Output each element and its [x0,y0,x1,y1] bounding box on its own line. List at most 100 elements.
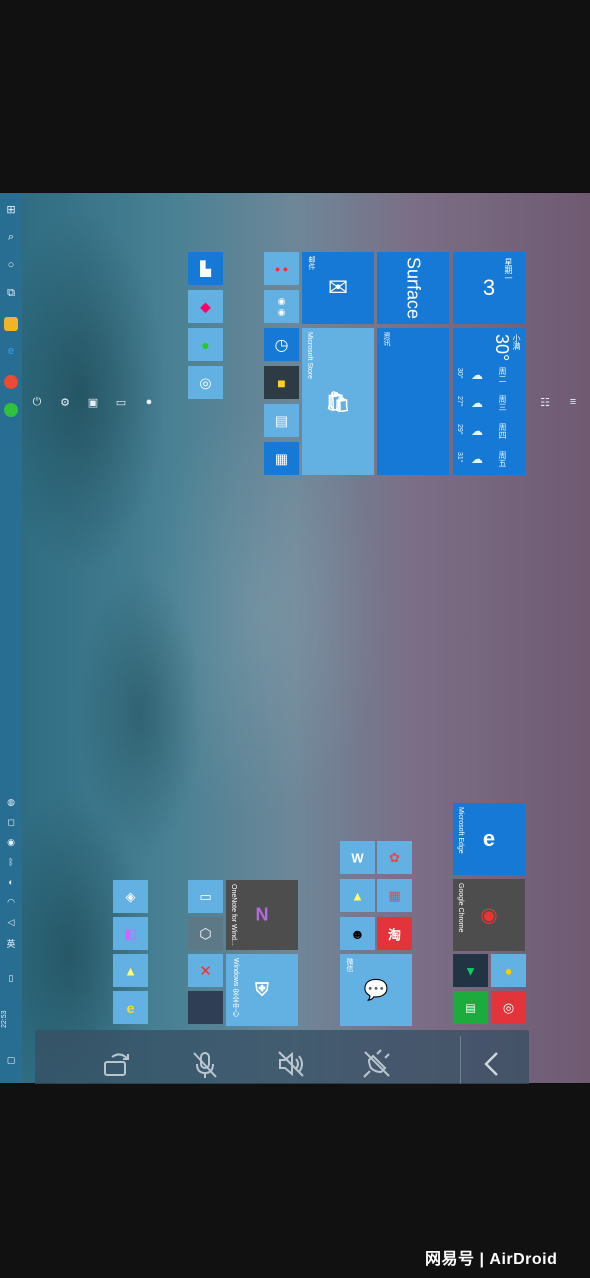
expand-icon[interactable]: ≡ [566,396,580,410]
onenote-icon: N [255,904,269,925]
tile-netease-music[interactable]: ◎ [491,991,526,1024]
chevron-left-icon [484,1052,498,1076]
notification-center-icon[interactable]: ▢ [3,1055,19,1066]
tile-app-group[interactable]: ● ● [264,252,299,285]
edge-taskbar-icon[interactable]: e [3,345,19,357]
calendar-date: 3 [482,275,496,300]
tile-calendar[interactable]: 星期一 3 [453,252,525,324]
forecast-day-2: 周三 [498,395,507,411]
tile-app-colorful[interactable]: ✿ [377,841,412,874]
tile-google-chrome[interactable]: Google Chrome ◉ [453,879,525,951]
tile-calendar-app[interactable]: ▦ [377,879,412,912]
user-avatar-icon[interactable]: ● [142,396,156,410]
settings-icon[interactable]: ⚙ [58,396,72,410]
tile-cortana[interactable]: ◎ [188,366,223,399]
edge-icon: e [482,826,496,851]
tile-iqiyi[interactable]: ▤ [453,991,488,1024]
chrome-taskbar-icon[interactable] [4,375,18,389]
cloud-icon-4: ☁ [470,452,484,466]
mute-speaker-button[interactable] [271,1044,311,1084]
tile-photos-app[interactable]: ▙ [188,252,223,285]
tile-paint[interactable]: ◧ [113,917,148,950]
volume-icon[interactable]: ◁ [3,917,19,928]
tile-documents[interactable]: ▤ [264,404,299,437]
tile-app-group-2[interactable]: ◉ ◉ [264,290,299,323]
bluetooth-icon[interactable]: ᛒ [3,857,19,867]
cloud-icon-1: ☁ [470,368,484,382]
tile-surface[interactable]: Surface [377,252,449,324]
wifi-icon[interactable]: ◠ [3,897,19,908]
tray-icon-2[interactable]: ◻ [3,817,19,828]
tile-microsoft-edge[interactable]: Microsoft Edge e [453,803,525,875]
rotate-screen-button[interactable] [97,1044,137,1084]
task-view-icon[interactable]: ⧉ [3,287,19,300]
search-icon[interactable]: ⌕ [3,231,19,244]
tile-mail[interactable]: 邮件 ✉ [302,252,374,324]
cloud-icon-2: ☁ [470,396,484,410]
tile-app-yellow[interactable]: ● [491,954,526,987]
ime-icon[interactable]: 英 [3,937,19,950]
tile-news[interactable]: 资讯 [377,328,449,475]
tray-icon-3[interactable]: ◉ [3,837,19,848]
tile-blank-dark[interactable] [188,991,223,1024]
battery-icon[interactable]: ▯ [3,973,19,984]
forecast-hi-4: 31° [456,452,463,463]
tile-edge-label: Microsoft Edge [457,807,464,854]
tile-onenote[interactable]: OneNote for Wind... N [226,880,298,950]
tile-taobao[interactable]: 淘 [377,917,412,950]
tile-microsoft-store[interactable]: Microsoft Store 🛍 [302,328,374,475]
speaker-off-icon [278,1051,304,1077]
tray-icon-1[interactable]: ◍ [3,797,19,808]
wechat-icon: 💬 [363,979,389,1002]
tile-wechat-label: 微信 [346,958,353,972]
tile-weather[interactable]: 小满 30° [453,328,525,475]
back-button[interactable] [473,1044,513,1084]
power-icon[interactable]: ⏻ [30,396,44,410]
forecast-day-3: 周四 [498,423,507,439]
tile-app-v[interactable]: ▼ [453,954,488,987]
tile-internet-explorer[interactable]: e [113,991,148,1024]
tile-calculator[interactable]: ▦ [264,442,299,475]
tile-xbox[interactable]: ● [188,328,223,361]
cortana-icon[interactable]: ○ [3,259,19,271]
tile-word[interactable]: W [340,841,375,874]
tile-qq[interactable]: ☻ [340,917,375,950]
forecast-day-1: 周二 [498,367,507,383]
documents-icon[interactable]: ▭ [114,396,128,410]
tile-sticky-notes[interactable]: ■ [264,366,299,399]
store-bag-icon: 🛍 [325,391,351,413]
rotate-icon [104,1053,129,1076]
tile-xmind[interactable]: ✕ [188,954,223,987]
tile-windows-security[interactable]: Windows 安全中心 ⛨ [226,954,298,1026]
tile-settings-hex[interactable]: ⬡ [188,917,223,950]
wechat-taskbar-icon[interactable] [4,403,18,417]
top-letterbox [0,0,590,192]
forecast-hi-1: 30° [456,368,463,379]
mute-mic-button[interactable] [185,1044,225,1084]
watermark-brand: 网易号 [425,1251,475,1268]
taskbar-date[interactable]: 2020/6/3 [0,998,14,1048]
file-explorer-icon[interactable] [4,317,18,331]
all-apps-icon[interactable]: ☷ [538,396,552,410]
pictures-icon[interactable]: ▣ [86,396,100,410]
tile-remote-desktop[interactable]: ▭ [188,880,223,913]
chrome-icon: ◉ [480,904,498,927]
tile-feedback-hub[interactable]: ◆ [188,290,223,323]
start-button-icon[interactable]: ⊞ [3,203,19,216]
mic-off-icon [193,1052,217,1078]
watermark-separator: | [479,1251,490,1268]
weather-location: 小满 [512,334,521,350]
tile-maps-pin[interactable]: ▲ [340,879,375,912]
tile-control-panel[interactable]: ◈ [113,880,148,913]
tile-security-label: Windows 安全中心 [232,958,239,1017]
calendar-weekday: 星期一 [504,258,513,282]
tile-maps[interactable]: ▲ [113,954,148,987]
weather-temp: 30° [492,334,512,362]
tile-alarms[interactable]: ◷ [264,328,299,361]
cloud-icon-3: ☁ [470,424,484,438]
disconnect-button[interactable] [357,1044,397,1084]
tile-chrome-label: Google Chrome [457,883,464,933]
tray-icon-4[interactable]: ◐ [3,877,19,887]
tile-wechat[interactable]: 微信 💬 [340,954,412,1026]
mail-icon: ✉ [327,274,349,302]
